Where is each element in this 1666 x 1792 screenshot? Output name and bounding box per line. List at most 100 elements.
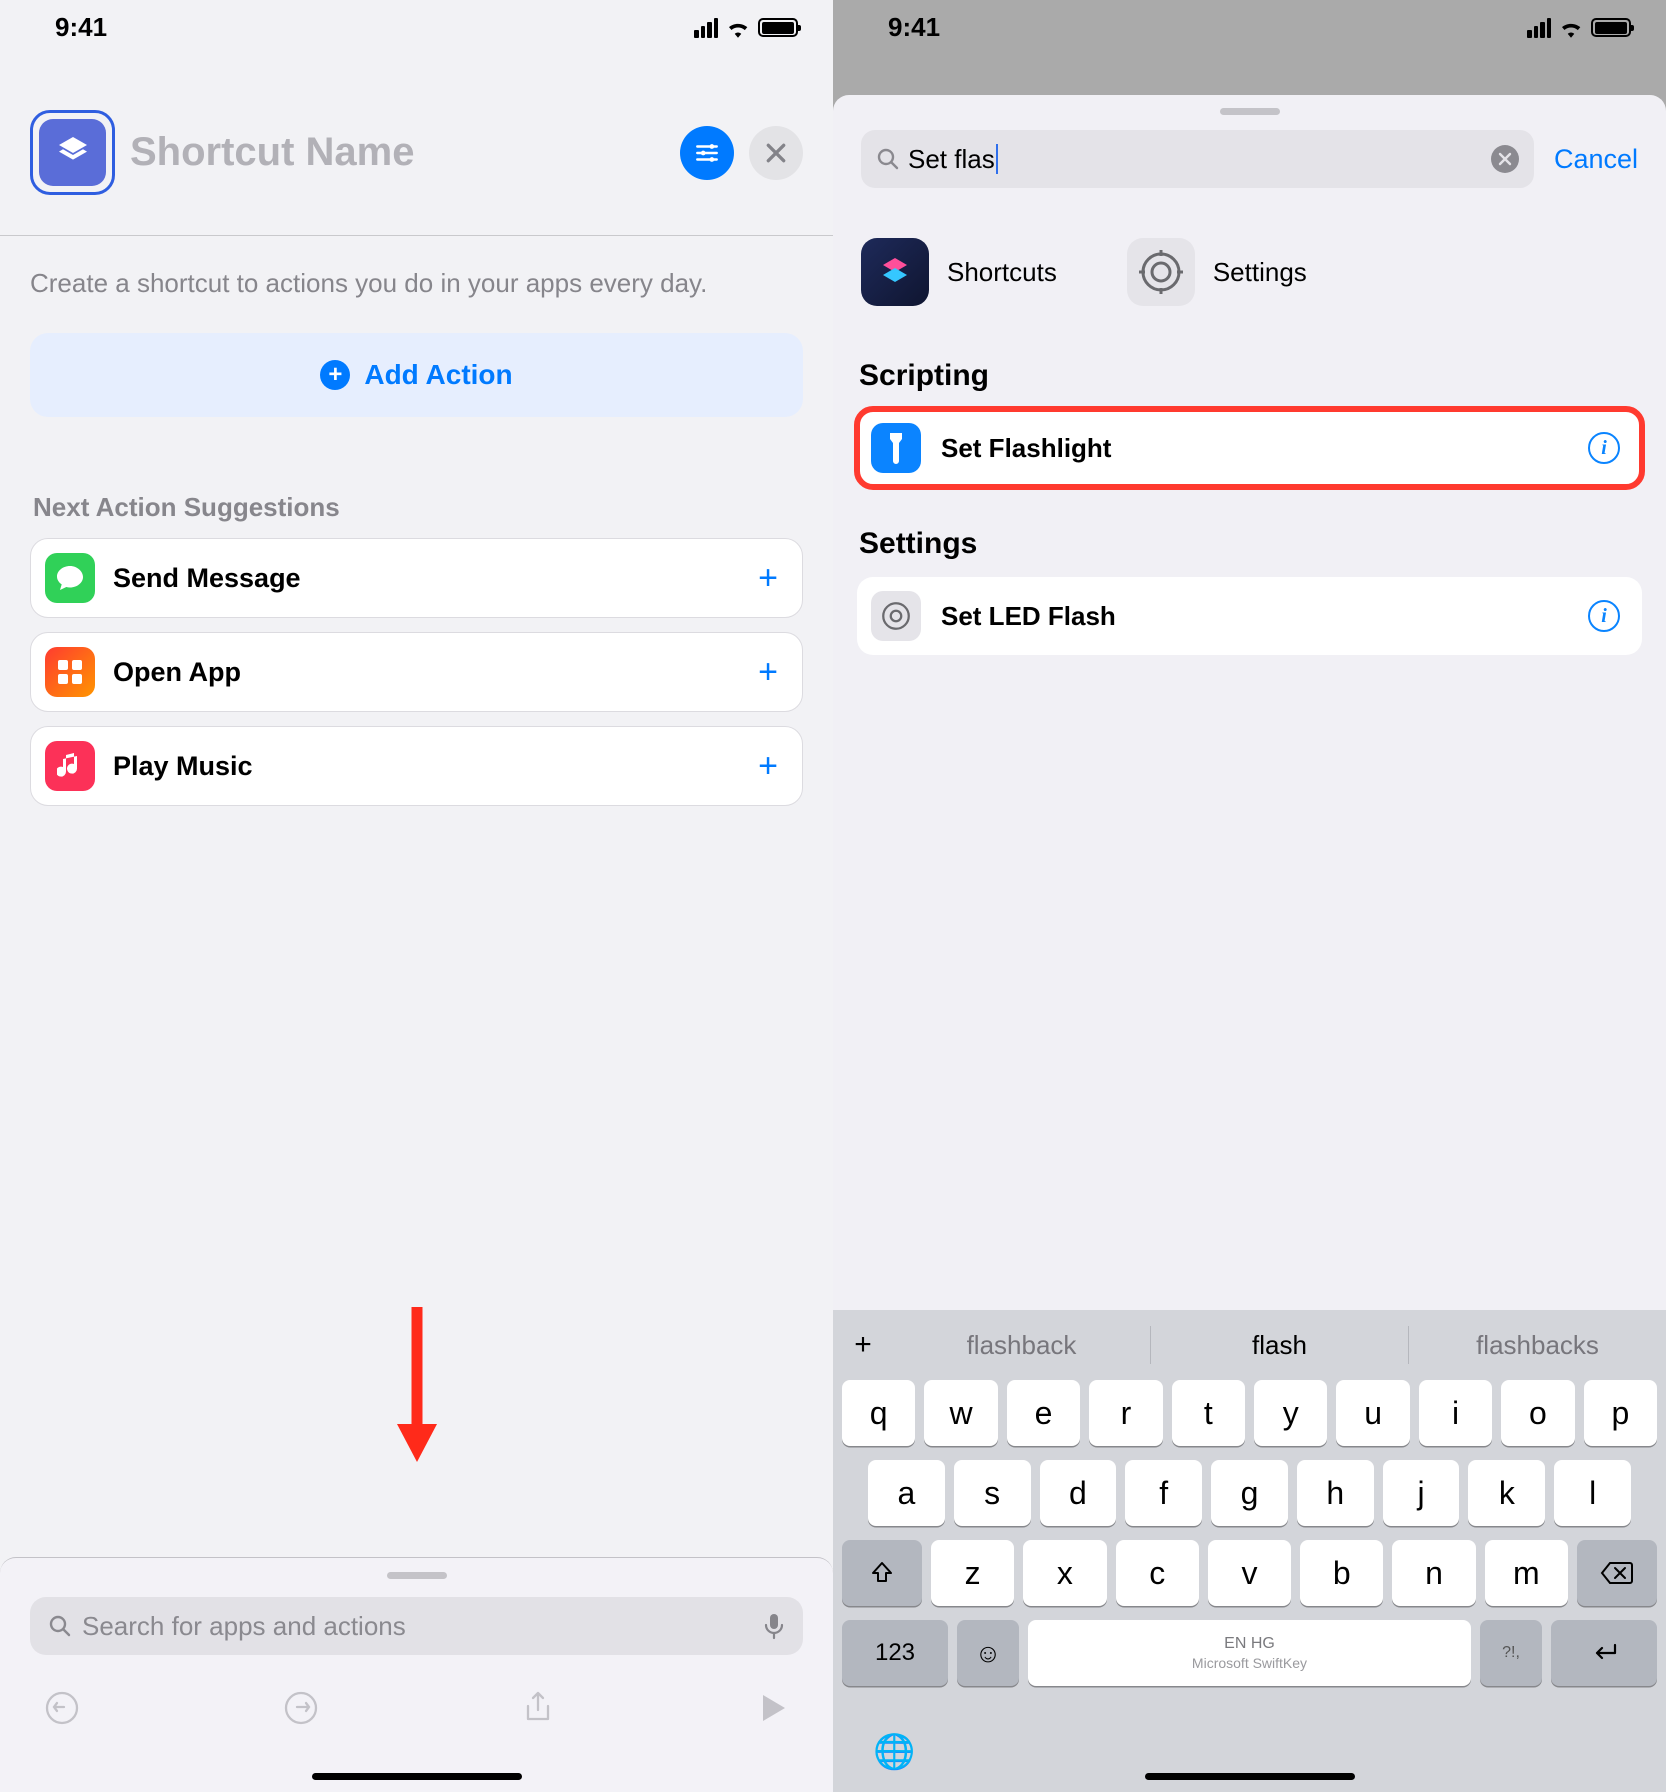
info-button[interactable]: i	[1588, 600, 1620, 632]
key-backspace[interactable]	[1577, 1540, 1657, 1606]
key-symbols[interactable]: ?!,	[1480, 1620, 1542, 1686]
action-set-flashlight[interactable]: Set Flashlight i	[857, 409, 1642, 487]
key-r[interactable]: r	[1089, 1380, 1162, 1446]
app-grid-icon	[45, 647, 95, 697]
shortcut-glyph-icon	[39, 119, 106, 186]
key-x[interactable]: x	[1023, 1540, 1106, 1606]
grabber-icon[interactable]	[1220, 108, 1280, 115]
space-label-1: EN HG	[1224, 1635, 1275, 1653]
key-space[interactable]: EN HG Microsoft SwiftKey	[1028, 1620, 1471, 1686]
play-button[interactable]	[758, 1691, 788, 1725]
key-row-2: a s d f g h j k l	[833, 1460, 1666, 1526]
messages-icon	[45, 553, 95, 603]
prediction-add[interactable]: +	[833, 1328, 893, 1362]
key-return[interactable]	[1551, 1620, 1657, 1686]
add-icon[interactable]: +	[758, 747, 778, 786]
phone-left-editor: 9:41 Shortcut Name Create a shortcut to …	[0, 0, 833, 1792]
redo-button[interactable]	[284, 1691, 318, 1725]
key-e[interactable]: e	[1007, 1380, 1080, 1446]
key-123[interactable]: 123	[842, 1620, 948, 1686]
status-indicators	[694, 18, 798, 38]
shortcut-title-field[interactable]: Shortcut Name	[130, 130, 665, 175]
prediction-left[interactable]: flashback	[893, 1326, 1150, 1364]
key-i[interactable]: i	[1419, 1380, 1492, 1446]
suggestion-play-music[interactable]: Play Music +	[30, 726, 803, 806]
key-u[interactable]: u	[1336, 1380, 1409, 1446]
add-icon[interactable]: +	[758, 653, 778, 692]
app-result-shortcuts[interactable]: Shortcuts	[861, 238, 1057, 306]
key-c[interactable]: c	[1116, 1540, 1199, 1606]
key-o[interactable]: o	[1501, 1380, 1574, 1446]
shortcut-icon-button[interactable]	[30, 110, 115, 195]
key-z[interactable]: z	[931, 1540, 1014, 1606]
app-result-settings[interactable]: Settings	[1127, 238, 1307, 306]
backspace-icon	[1600, 1561, 1634, 1585]
add-action-label: Add Action	[364, 359, 512, 391]
key-b[interactable]: b	[1300, 1540, 1383, 1606]
mic-icon[interactable]	[763, 1612, 785, 1640]
prediction-bar: + flashback flash flashbacks	[833, 1310, 1666, 1380]
home-indicator[interactable]	[1145, 1773, 1355, 1780]
status-time: 9:41	[55, 12, 107, 43]
cancel-button[interactable]: Cancel	[1554, 144, 1638, 175]
app-label: Shortcuts	[947, 257, 1057, 288]
close-button[interactable]	[749, 126, 803, 180]
music-icon	[45, 741, 95, 791]
software-keyboard[interactable]: + flashback flash flashbacks q w e r t y…	[833, 1310, 1666, 1792]
close-icon	[765, 142, 787, 164]
add-action-button[interactable]: + Add Action	[30, 333, 803, 417]
search-field[interactable]: Search for apps and actions	[30, 1597, 803, 1655]
key-y[interactable]: y	[1254, 1380, 1327, 1446]
share-button[interactable]	[523, 1690, 553, 1726]
key-f[interactable]: f	[1125, 1460, 1202, 1526]
key-n[interactable]: n	[1392, 1540, 1475, 1606]
app-label: Settings	[1213, 257, 1307, 288]
suggestion-open-app[interactable]: Open App +	[30, 632, 803, 712]
status-bar: 9:41	[833, 0, 1666, 55]
wifi-icon	[1558, 18, 1584, 38]
key-shift[interactable]	[842, 1540, 922, 1606]
search-icon	[876, 147, 900, 171]
key-l[interactable]: l	[1554, 1460, 1631, 1526]
annotation-arrow	[392, 1302, 442, 1462]
key-d[interactable]: d	[1040, 1460, 1117, 1526]
prediction-right[interactable]: flashbacks	[1409, 1326, 1666, 1364]
key-v[interactable]: v	[1208, 1540, 1291, 1606]
shift-icon	[869, 1560, 895, 1586]
key-g[interactable]: g	[1211, 1460, 1288, 1526]
key-k[interactable]: k	[1468, 1460, 1545, 1526]
action-set-led-flash[interactable]: Set LED Flash i	[857, 577, 1642, 655]
key-w[interactable]: w	[924, 1380, 997, 1446]
section-header-settings: Settings	[859, 527, 1642, 561]
prediction-mid[interactable]: flash	[1150, 1326, 1409, 1364]
key-row-1: q w e r t y u i o p	[833, 1380, 1666, 1446]
section-header-scripting: Scripting	[859, 359, 1642, 393]
globe-button[interactable]: 🌐	[873, 1732, 915, 1772]
action-search-sheet: Set flas Cancel Shortcuts Settings	[833, 95, 1666, 1792]
suggestion-send-message[interactable]: Send Message +	[30, 538, 803, 618]
key-q[interactable]: q	[842, 1380, 915, 1446]
key-s[interactable]: s	[954, 1460, 1031, 1526]
key-j[interactable]: j	[1383, 1460, 1460, 1526]
wifi-icon	[725, 18, 751, 38]
suggestion-label: Send Message	[113, 563, 758, 594]
key-t[interactable]: t	[1172, 1380, 1245, 1446]
settings-button[interactable]	[680, 126, 734, 180]
key-a[interactable]: a	[868, 1460, 945, 1526]
cellular-icon	[1527, 18, 1551, 38]
key-emoji[interactable]: ☺	[957, 1620, 1019, 1686]
flashlight-icon	[871, 423, 921, 473]
search-field[interactable]: Set flas	[861, 130, 1534, 188]
grabber-icon[interactable]	[387, 1572, 447, 1579]
info-button[interactable]: i	[1588, 432, 1620, 464]
key-p[interactable]: p	[1584, 1380, 1657, 1446]
key-h[interactable]: h	[1297, 1460, 1374, 1526]
search-sheet[interactable]: Search for apps and actions	[0, 1557, 833, 1792]
key-m[interactable]: m	[1485, 1540, 1568, 1606]
settings-app-icon	[871, 591, 921, 641]
home-indicator[interactable]	[312, 1773, 522, 1780]
clear-button[interactable]	[1491, 145, 1519, 173]
add-icon[interactable]: +	[758, 559, 778, 598]
phone-right-search: 9:41 Set flas Cancel S	[833, 0, 1666, 1792]
undo-button[interactable]	[45, 1691, 79, 1725]
